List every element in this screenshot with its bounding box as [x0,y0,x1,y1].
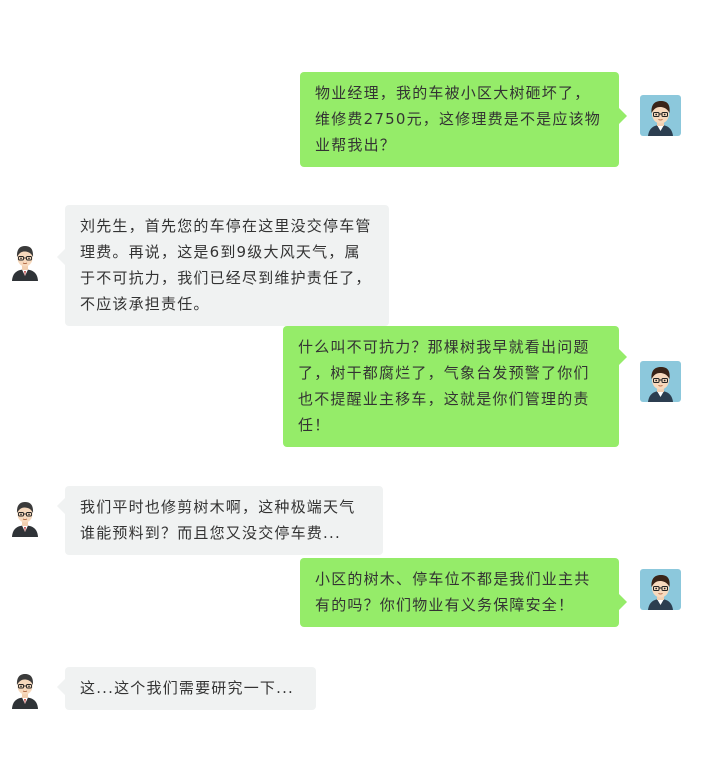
chat-bubble-received[interactable]: 我们平时也修剪树木啊，这种极端天气谁能预料到？而且您又没交停车费... [57,486,383,555]
chat-bubble-sent[interactable]: 物业经理，我的车被小区大树砸坏了，维修费2750元，这修理费是不是应该物业帮我出… [300,72,627,167]
chat-bubble-received[interactable]: 这...这个我们需要研究一下... [57,667,316,710]
chat-bubble-sent[interactable]: 什么叫不可抗力？那棵树我早就看出问题了，树干都腐烂了，气象台发预警了你们也不提醒… [283,326,627,447]
chat-bubble-received[interactable]: 刘先生，首先您的车停在这里没交停车管理费。再说，这是6到9级大风天气，属于不可抗… [57,205,389,326]
my-avatar-icon[interactable] [640,361,681,402]
manager-avatar-icon[interactable] [11,499,39,537]
my-avatar-icon[interactable] [640,95,681,136]
manager-avatar-icon[interactable] [11,671,39,709]
manager-avatar-icon[interactable] [11,243,39,281]
chat-bubble-sent[interactable]: 小区的树木、停车位不都是我们业主共有的吗？你们物业有义务保障安全！ [300,558,627,627]
my-avatar-icon[interactable] [640,569,681,610]
